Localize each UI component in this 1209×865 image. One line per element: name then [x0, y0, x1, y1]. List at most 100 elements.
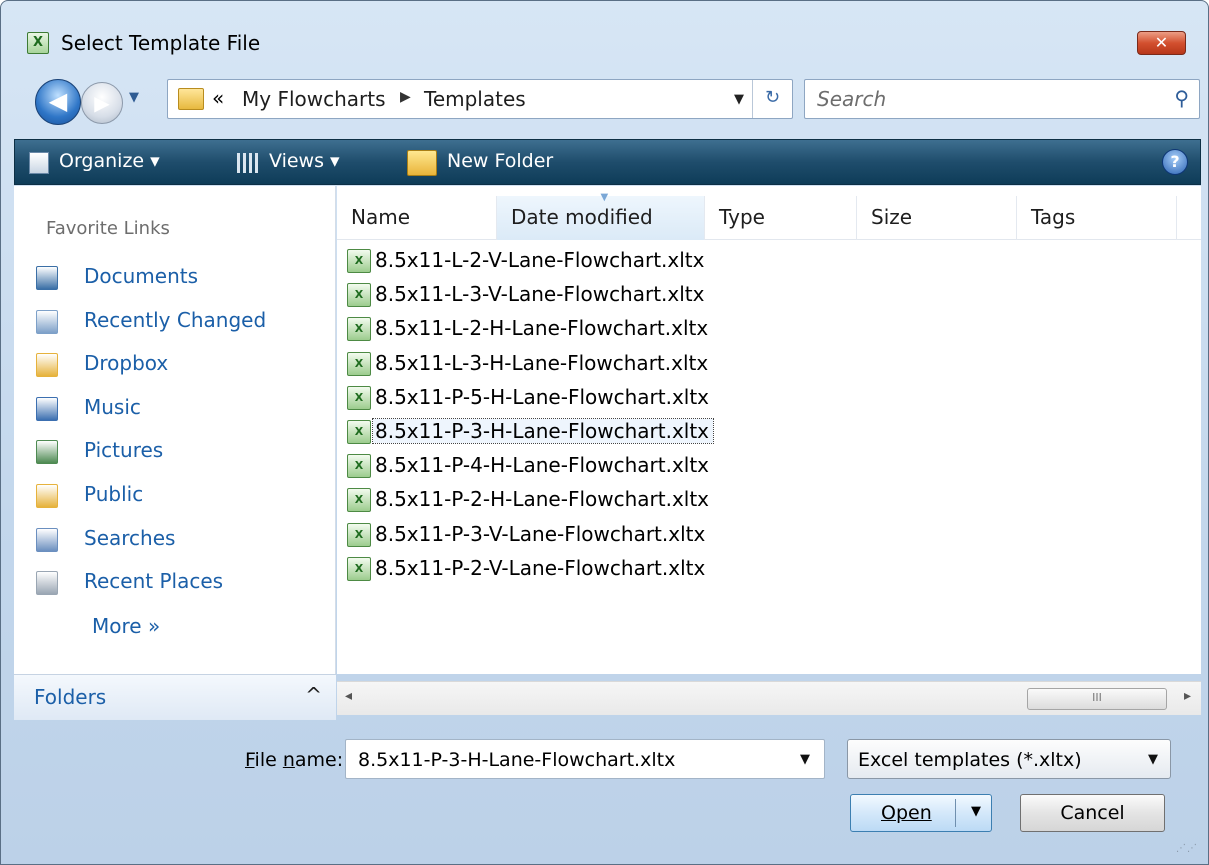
organize-icon: [29, 152, 49, 174]
views-icon: [237, 153, 259, 173]
column-header-name[interactable]: Name: [337, 196, 497, 240]
file-type-select[interactable]: Excel templates (*.xltx) ▼: [847, 739, 1171, 779]
address-overflow-chevron[interactable]: «: [212, 86, 224, 110]
pictures-icon: [36, 440, 58, 465]
file-row[interactable]: X 8.5x11-P-3-H-Lane-Flowchart.xltx: [347, 417, 827, 451]
excel-template-icon: X: [347, 419, 371, 444]
search-box[interactable]: ⚲: [804, 79, 1200, 119]
file-name-combobox[interactable]: 8.5x11-P-3-H-Lane-Flowchart.xltx ▼: [345, 739, 825, 779]
chevron-up-icon[interactable]: ^: [305, 683, 322, 707]
forward-button[interactable]: ▶: [81, 82, 123, 124]
address-dropdown-icon[interactable]: ▼: [734, 92, 744, 107]
new-folder-icon: [407, 150, 437, 176]
favorite-link-dropbox[interactable]: Dropbox: [36, 349, 326, 383]
file-row[interactable]: X 8.5x11-L-3-H-Lane-Flowchart.xltx: [347, 349, 827, 383]
recently-changed-icon: [36, 309, 58, 334]
organize-button[interactable]: Organize ▾: [59, 150, 160, 172]
breadcrumb-separator-icon[interactable]: ▶: [400, 89, 411, 105]
horizontal-scrollbar[interactable]: ◂ III ▸: [337, 681, 1201, 715]
file-row[interactable]: X 8.5x11-P-5-H-Lane-Flowchart.xltx: [347, 383, 827, 417]
scroll-right-icon[interactable]: ▸: [1184, 688, 1191, 704]
new-folder-button[interactable]: New Folder: [447, 150, 553, 172]
folder-icon: [178, 88, 204, 110]
help-icon[interactable]: ?: [1162, 149, 1188, 175]
favorite-link-public[interactable]: Public: [36, 480, 326, 514]
file-name-label: File name:: [245, 749, 344, 771]
file-name: 8.5x11-P-2-H-Lane-Flowchart.xltx: [375, 487, 710, 512]
file-type-value: Excel templates (*.xltx): [858, 749, 1082, 771]
favorite-links-pane: Favorite Links Documents Recently Changed…: [14, 186, 336, 674]
open-button[interactable]: Open ▼: [850, 794, 992, 832]
file-name-label-rest: ile: [254, 749, 283, 771]
back-button[interactable]: ◀: [35, 79, 81, 125]
favorite-link-label: Public: [84, 482, 144, 506]
excel-template-icon: X: [347, 556, 371, 581]
favorite-link-label: Searches: [84, 525, 176, 550]
views-button[interactable]: Views ▾: [269, 150, 340, 172]
favorite-link-music[interactable]: Music: [36, 393, 326, 427]
column-header-date-modified-label: Date modified: [511, 205, 653, 229]
select-template-dialog: X Select Template File ✕ ◀ ▶ ▼ « My Flow…: [0, 0, 1209, 865]
file-name-field[interactable]: 8.5x11-P-3-H-Lane-Flowchart.xltx: [358, 749, 675, 771]
favorite-link-pictures[interactable]: Pictures: [36, 436, 326, 470]
favorite-link-recently-changed[interactable]: Recently Changed: [36, 306, 326, 340]
excel-template-icon: X: [347, 317, 371, 342]
excel-template-icon: X: [347, 249, 371, 273]
search-input[interactable]: [815, 86, 1145, 112]
column-header-size[interactable]: Size: [857, 196, 1017, 240]
sort-indicator-icon: ▼: [600, 192, 609, 203]
column-header-type[interactable]: Type: [705, 196, 857, 240]
open-label-text: Open: [881, 802, 932, 824]
chevron-down-icon[interactable]: ▼: [1148, 752, 1158, 767]
resize-grip-icon[interactable]: ⋰⋰: [1176, 843, 1198, 854]
file-name: 8.5x11-L-2-H-Lane-Flowchart.xltx: [375, 316, 709, 341]
favorite-link-recent-places[interactable]: Recent Places: [36, 567, 326, 601]
file-row[interactable]: X 8.5x11-L-3-V-Lane-Flowchart.xltx: [347, 280, 827, 314]
column-header-tags[interactable]: Tags: [1017, 196, 1177, 240]
file-row[interactable]: X 8.5x11-L-2-H-Lane-Flowchart.xltx: [347, 314, 827, 348]
scrollbar-thumb[interactable]: III: [1027, 688, 1167, 710]
excel-template-icon: X: [347, 351, 371, 376]
column-header-date-modified[interactable]: ▼ Date modified: [497, 192, 705, 240]
command-bar: Organize ▾ Views ▾ New Folder ?: [14, 139, 1201, 185]
folders-toggle[interactable]: Folders ^: [14, 674, 336, 720]
file-row[interactable]: X 8.5x11-P-2-V-Lane-Flowchart.xltx: [347, 554, 827, 588]
file-row[interactable]: X 8.5x11-P-3-V-Lane-Flowchart.xltx: [347, 520, 827, 554]
folders-label: Folders: [34, 685, 107, 709]
dropbox-icon: [36, 353, 58, 378]
excel-icon: X: [27, 32, 49, 54]
file-list: Name ▼ Date modified Type Size Tags X 8.5…: [337, 186, 1201, 674]
column-headers: Name ▼ Date modified Type Size Tags: [337, 192, 1201, 240]
file-name: 8.5x11-P-2-V-Lane-Flowchart.xltx: [375, 555, 706, 580]
chevron-down-icon[interactable]: ▼: [800, 752, 810, 767]
open-split-divider: [955, 799, 956, 827]
more-link[interactable]: More »: [92, 614, 160, 638]
documents-icon: [36, 266, 58, 290]
favorite-links-header: Favorite Links: [46, 218, 170, 239]
excel-template-icon: X: [347, 488, 371, 513]
close-button[interactable]: ✕: [1137, 31, 1186, 55]
refresh-button[interactable]: ↻: [752, 80, 792, 118]
breadcrumb-my-flowcharts[interactable]: My Flowcharts: [242, 87, 386, 111]
file-rows: X 8.5x11-L-2-V-Lane-Flowchart.xltx X 8.5x11…: [347, 246, 827, 588]
address-bar[interactable]: « My Flowcharts ▶ Templates ▼ ↻: [167, 79, 793, 119]
search-icon[interactable]: ⚲: [1174, 86, 1189, 110]
breadcrumb-templates[interactable]: Templates: [424, 87, 526, 111]
recent-places-icon: [36, 571, 58, 596]
scroll-left-icon[interactable]: ◂: [345, 688, 352, 704]
recent-pages-dropdown[interactable]: ▼: [129, 90, 139, 105]
file-row[interactable]: X 8.5x11-P-4-H-Lane-Flowchart.xltx: [347, 451, 827, 485]
open-options-dropdown[interactable]: ▼: [971, 804, 981, 819]
cancel-button[interactable]: Cancel: [1020, 794, 1165, 832]
file-name: 8.5x11-P-3-V-Lane-Flowchart.xltx: [375, 521, 706, 546]
file-name: 8.5x11-P-5-H-Lane-Flowchart.xltx: [375, 384, 710, 409]
favorite-link-label: Recent Places: [84, 569, 224, 594]
favorite-link-documents[interactable]: Documents: [36, 262, 326, 296]
favorite-link-label: Documents: [84, 264, 199, 288]
file-name: 8.5x11-P-3-H-Lane-Flowchart.xltx: [371, 417, 715, 444]
title-bar: X Select Template File ✕: [1, 1, 1208, 67]
file-row[interactable]: X 8.5x11-P-2-H-Lane-Flowchart.xltx: [347, 485, 827, 519]
file-name-label-tail: ame:: [294, 749, 344, 771]
file-row[interactable]: X 8.5x11-L-2-V-Lane-Flowchart.xltx: [347, 246, 827, 280]
favorite-link-searches[interactable]: Searches: [36, 524, 326, 558]
